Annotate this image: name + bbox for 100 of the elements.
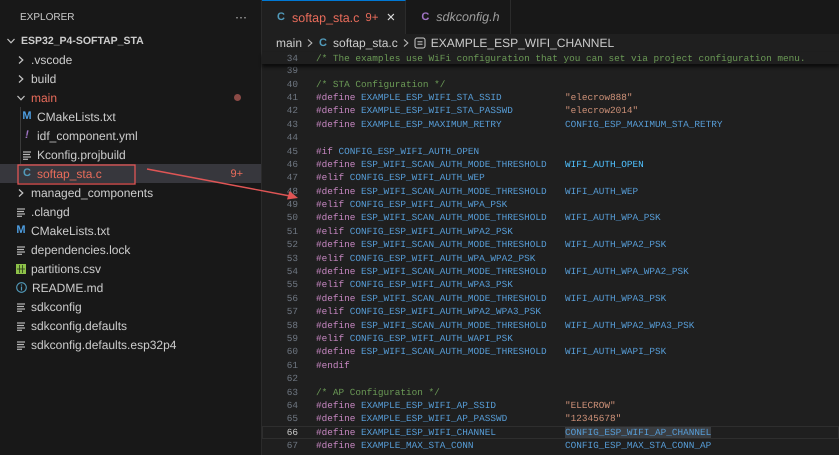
preprocessor-directive: #define — [316, 426, 356, 438]
line-number: 55 — [286, 279, 298, 290]
macro-name: CONFIG_ESP_WIFI_AUTH_WPA_WPA2_PSK — [350, 252, 536, 264]
breadcrumb-item[interactable]: main — [276, 36, 302, 50]
macro-name: CONFIG_ESP_WIFI_AUTH_OPEN — [338, 146, 480, 157]
folder-item[interactable]: build — [0, 69, 261, 88]
preprocessor-directive: #define — [316, 346, 356, 358]
macro-value: WIFI_AUTH_WPA_WPA2_PSK — [565, 266, 689, 278]
preprocessor-directive: #if — [316, 146, 333, 157]
folder-item[interactable]: managed_components — [0, 183, 261, 202]
file-type-icon: ! — [22, 130, 32, 141]
preprocessor-directive: #define — [316, 440, 356, 452]
macro-value: WIFI_AUTH_WPA2_WPA3_PSK — [565, 320, 694, 331]
line-number: 52 — [286, 239, 298, 250]
line-number: 66 — [286, 426, 298, 438]
line-number: 59 — [286, 333, 298, 344]
line-number: 57 — [286, 306, 298, 318]
macro-value: CONFIG_ESP_WIFI_AP_CHANNEL — [565, 426, 712, 438]
macro-value: WIFI_AUTH_WPA3_PSK — [565, 292, 666, 304]
macro-value: CONFIG_ESP_MAXIMUM_STA_RETRY — [565, 118, 723, 130]
file-item[interactable]: M CMakeLists.txt — [0, 107, 261, 126]
macro-name: EXAMPLE_ESP_WIFI_STA_SSID — [360, 92, 502, 103]
preprocessor-directive: #define — [316, 212, 356, 224]
editor-tab[interactable]: C sdkconfig.h — [406, 0, 511, 34]
sticky-scroll-line: 34 /* The examples use WiFi configuration that you can set via project configuration menu. — [262, 52, 839, 64]
line-number: 45 — [286, 146, 298, 157]
code-comment: /* AP Configuration */ — [316, 386, 440, 398]
folder-item[interactable]: ESP32_P4-SOFTAP_STA — [0, 31, 261, 50]
folder-item[interactable]: main — [0, 88, 261, 107]
line-number: 64 — [286, 400, 298, 411]
file-item[interactable]: Kconfig.projbuild — [0, 145, 261, 164]
preprocessor-directive: #define — [316, 400, 356, 411]
macro-name: ESP_WIFI_SCAN_AUTH_MODE_THRESHOLD — [360, 292, 547, 304]
chevron-right-icon — [402, 38, 410, 48]
chevron-right-icon — [16, 188, 26, 198]
line-number: 44 — [286, 132, 298, 144]
file-item[interactable]: M CMakeLists.txt — [0, 221, 261, 240]
text-lines-icon — [22, 150, 32, 160]
editor-tab[interactable]: C softap_sta.c 9+ × — [262, 0, 406, 34]
preprocessor-directive: #define — [316, 239, 356, 250]
line-number: 50 — [286, 212, 298, 224]
macro-value: WIFI_AUTH_WAPI_PSK — [565, 346, 666, 358]
problem-count: 9+ — [230, 168, 243, 180]
file-item[interactable]: partitions.csv — [0, 259, 261, 278]
line-number: 47 — [286, 172, 298, 184]
preprocessor-directive: #elif — [316, 333, 344, 344]
file-item[interactable]: dependencies.lock — [0, 240, 261, 259]
preprocessor-directive: #define — [316, 292, 356, 304]
macro-name: EXAMPLE_ESP_WIFI_CHANNEL — [360, 426, 496, 438]
file-item[interactable]: sdkconfig.defaults.esp32p4 — [0, 335, 261, 354]
macro-name: ESP_WIFI_SCAN_AUTH_MODE_THRESHOLD — [360, 266, 547, 278]
macro-value: WIFI_AUTH_WPA_PSK — [565, 212, 661, 224]
line-number: 51 — [286, 226, 298, 237]
preprocessor-directive: #elif — [316, 226, 344, 237]
symbol-constant-icon — [414, 37, 426, 49]
line-number: 41 — [286, 92, 298, 103]
file-type-icon: C — [276, 12, 286, 23]
file-item[interactable]: README.md — [0, 278, 261, 297]
preprocessor-directive: #define — [316, 266, 356, 278]
macro-value: WIFI_AUTH_WEP — [565, 186, 638, 197]
line-number: 60 — [286, 346, 298, 358]
code-comment: /* STA Configuration */ — [316, 78, 446, 90]
file-item[interactable]: C softap_sta.c 9+ — [0, 164, 261, 183]
text-lines-icon — [16, 244, 26, 254]
line-number: 53 — [286, 252, 298, 264]
file-item[interactable]: .clangd — [0, 202, 261, 221]
file-item[interactable]: sdkconfig.defaults — [0, 316, 261, 335]
info-icon — [16, 282, 27, 293]
file-type-icon: C — [420, 12, 430, 22]
preprocessor-directive: #define — [316, 105, 356, 116]
breadcrumb-item[interactable]: C softap_sta.c — [318, 36, 398, 50]
line-number: 49 — [286, 199, 298, 210]
macro-name: CONFIG_ESP_WIFI_AUTH_WPA2_WPA3_PSK — [350, 306, 542, 318]
macro-name: ESP_WIFI_SCAN_AUTH_MODE_THRESHOLD — [360, 320, 547, 331]
line-number: 67 — [286, 440, 298, 452]
preprocessor-directive: #elif — [316, 172, 344, 184]
file-type-icon: M — [16, 225, 26, 236]
text-lines-icon — [16, 302, 26, 312]
macro-name: CONFIG_ESP_WIFI_AUTH_WPA_PSK — [350, 199, 508, 210]
macro-name: CONFIG_ESP_WIFI_AUTH_WAPI_PSK — [350, 333, 513, 344]
preprocessor-directive: #elif — [316, 252, 344, 264]
macro-name: EXAMPLE_MAX_STA_CONN — [360, 440, 474, 452]
file-item[interactable]: ! idf_component.yml — [0, 126, 261, 145]
line-number: 63 — [286, 386, 298, 398]
preprocessor-directive: #define — [316, 413, 356, 424]
close-icon[interactable]: × — [386, 9, 396, 26]
line-number: 62 — [286, 373, 298, 384]
breadcrumb-item[interactable]: EXAMPLE_ESP_WIFI_CHANNEL — [414, 36, 614, 50]
line-number: 42 — [286, 105, 298, 116]
file-item[interactable]: sdkconfig — [0, 297, 261, 316]
modified-dot — [234, 94, 241, 101]
macro-value: WIFI_AUTH_WPA2_PSK — [565, 239, 666, 250]
folder-item[interactable]: .vscode — [0, 50, 261, 69]
more-actions-button[interactable]: ··· — [235, 10, 247, 24]
preprocessor-directive: #define — [316, 158, 356, 170]
line-number: 40 — [286, 78, 298, 90]
text-lines-icon — [16, 320, 26, 330]
line-number: 46 — [286, 158, 298, 170]
file-type-icon: C — [318, 38, 328, 48]
problem-count: 9+ — [365, 12, 379, 24]
